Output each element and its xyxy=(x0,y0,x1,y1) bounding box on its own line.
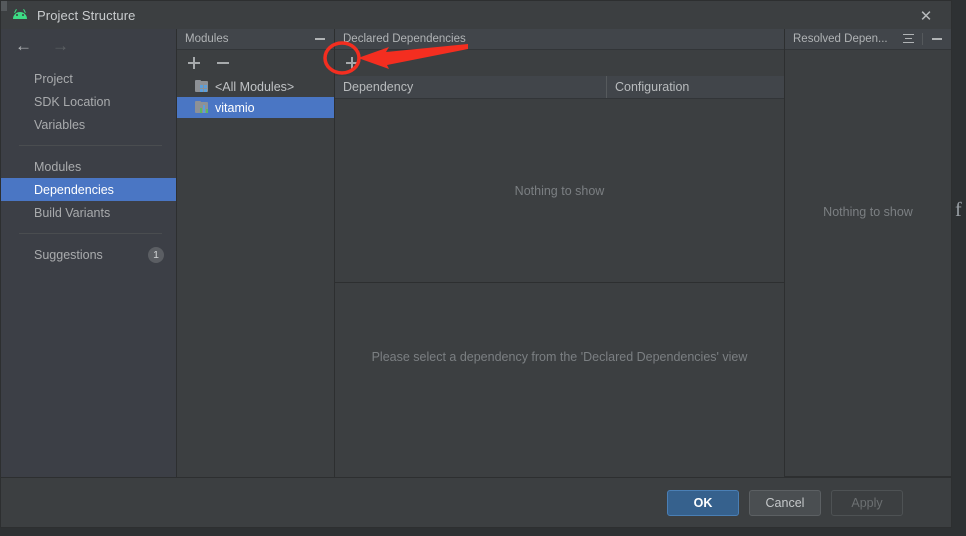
declared-dependencies-toolbar xyxy=(335,50,784,76)
table-header-row: Dependency Configuration xyxy=(335,76,784,99)
sidebar-item-variables[interactable]: Variables xyxy=(1,113,176,136)
module-tree-item-vitamio[interactable]: vitamio xyxy=(177,97,334,118)
sidebar-item-label: Modules xyxy=(34,159,82,174)
column-header-dependency[interactable]: Dependency xyxy=(335,76,607,98)
sidebar-item-build-variants[interactable]: Build Variants xyxy=(1,201,176,224)
sidebar-group-build: Modules Dependencies Build Variants xyxy=(1,155,176,224)
column-header-configuration[interactable]: Configuration xyxy=(607,76,784,98)
declared-dependencies-panel: Declared Dependencies Dependency Configu… xyxy=(335,29,785,477)
module-tree: <All Modules> vitamio xyxy=(177,76,334,477)
sidebar-group-project: Project SDK Location Variables xyxy=(1,61,176,136)
dependency-detail-placeholder: Please select a dependency from the 'Dec… xyxy=(371,350,748,364)
remove-module-button[interactable] xyxy=(215,55,231,71)
resolved-dependencies-title: Resolved Depen... xyxy=(793,33,888,45)
modules-panel-header: Modules xyxy=(177,29,334,50)
resolved-dependencies-empty-message: Nothing to show xyxy=(785,50,951,477)
dialog-titlebar: Project Structure ✕ xyxy=(1,1,951,29)
apply-button[interactable]: Apply xyxy=(831,489,903,516)
add-module-button[interactable] xyxy=(186,55,202,71)
sidebar-item-project[interactable]: Project xyxy=(1,67,176,90)
modules-panel-title: Modules xyxy=(185,33,229,45)
sidebar-item-suggestions[interactable]: Suggestions 1 xyxy=(1,243,176,266)
modules-panel: Modules <All Modules> vitamio xyxy=(177,29,335,477)
declared-dependencies-header: Declared Dependencies xyxy=(335,29,784,50)
collapse-all-icon[interactable] xyxy=(900,31,916,47)
declared-dependencies-empty-message: Nothing to show xyxy=(335,99,784,282)
sidebar-item-label: Dependencies xyxy=(34,182,114,197)
forward-arrow-icon[interactable]: → xyxy=(52,37,69,54)
content-area: Modules <All Modules> vitamio Declared D… xyxy=(177,29,951,477)
sidebar-item-label: Suggestions xyxy=(34,247,103,262)
navigation-bar: ← → xyxy=(1,29,176,61)
sidebar-item-label: Project xyxy=(34,71,73,86)
dialog-title: Project Structure xyxy=(37,7,136,23)
back-arrow-icon[interactable]: ← xyxy=(15,37,32,54)
header-divider xyxy=(922,33,923,45)
resolved-dependencies-panel: Resolved Depen... Nothing to show xyxy=(785,29,951,477)
project-structure-dialog: Project Structure ✕ ← → Project SDK Loca… xyxy=(0,0,952,528)
minimize-icon[interactable] xyxy=(929,31,945,47)
sidebar-item-sdk-location[interactable]: SDK Location xyxy=(1,90,176,113)
sidebar-divider xyxy=(19,145,162,146)
declared-dependencies-add-button[interactable] xyxy=(344,55,360,71)
close-icon[interactable]: ✕ xyxy=(915,6,937,26)
all-modules-folder-icon xyxy=(195,80,209,93)
sidebar-item-label: SDK Location xyxy=(34,94,111,109)
background-partial-glyph: f xyxy=(955,199,962,221)
android-robot-icon xyxy=(11,6,29,24)
suggestions-count-badge: 1 xyxy=(148,246,164,263)
sidebar-group-suggestions: Suggestions 1 xyxy=(1,243,176,266)
sidebar: ← → Project SDK Location Variables Modul… xyxy=(1,1,177,477)
library-module-icon xyxy=(195,101,209,114)
resolved-dependencies-header: Resolved Depen... xyxy=(785,29,951,50)
sidebar-item-label: Variables xyxy=(34,117,86,132)
ok-button[interactable]: OK xyxy=(667,489,739,516)
sidebar-item-label: Build Variants xyxy=(34,205,111,220)
cancel-button[interactable]: Cancel xyxy=(749,489,821,516)
dialog-body: ← → Project SDK Location Variables Modul… xyxy=(1,1,951,477)
module-tree-item-label: vitamio xyxy=(215,100,255,115)
modules-toolbar xyxy=(177,50,334,76)
declared-dependencies-remove-button[interactable] xyxy=(373,55,389,71)
sidebar-divider xyxy=(19,233,162,234)
minimize-icon[interactable] xyxy=(312,31,328,47)
sidebar-item-modules[interactable]: Modules xyxy=(1,155,176,178)
sidebar-scroll-nub[interactable] xyxy=(1,1,7,11)
module-tree-item-label: <All Modules> xyxy=(215,79,295,94)
declared-dependencies-table: Dependency Configuration Nothing to show xyxy=(335,76,784,283)
dialog-footer: OK Cancel Apply xyxy=(1,477,951,527)
sidebar-item-dependencies[interactable]: Dependencies xyxy=(1,178,176,201)
module-tree-item-all-modules[interactable]: <All Modules> xyxy=(177,76,334,97)
declared-dependencies-title: Declared Dependencies xyxy=(343,33,466,45)
